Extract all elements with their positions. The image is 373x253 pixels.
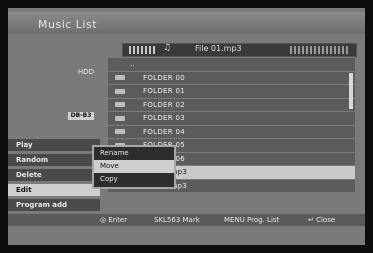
list-item-folder[interactable]: FOLDER 01 [108, 85, 355, 98]
mark-hint: SKL563 Mark [154, 216, 200, 224]
menu-item-play[interactable]: Play [8, 139, 100, 151]
progress-segments [129, 46, 157, 54]
list-item-folder[interactable]: FOLDER 00 [108, 71, 355, 84]
list-item-label: FOLDER 02 [143, 100, 185, 109]
prog-list-hint: MENU Prog. List [224, 216, 280, 224]
page-title: Music List [38, 18, 98, 31]
now-playing-bar: ♫ File 01.mp3 [122, 43, 357, 57]
menu-item-random[interactable]: Random [8, 154, 100, 166]
side-menu: Play Random Delete Edit Program add [8, 139, 100, 214]
folder-icon [115, 102, 125, 108]
list-item-folder[interactable]: FOLDER 02 [108, 98, 355, 111]
progress-segments-right [290, 46, 350, 54]
folder-icon [115, 75, 125, 81]
scrollbar-thumb[interactable] [349, 73, 353, 109]
edit-popup: Rename Move Copy [92, 145, 176, 189]
close-hint: ↵ Close [308, 216, 336, 224]
popup-option-copy[interactable]: Copy [94, 173, 174, 186]
list-item-up[interactable]: .. [108, 58, 355, 71]
footer-help-bar: ◎ Enter SKL563 Mark MENU Prog. List ↵ Cl… [8, 214, 365, 226]
list-item-label: .. [130, 60, 136, 69]
list-item-label: FOLDER 03 [143, 114, 185, 123]
menu-item-delete[interactable]: Delete [8, 169, 100, 181]
folder-icon [115, 115, 125, 121]
now-playing-file: File 01.mp3 [195, 44, 242, 53]
drive-label: HDD [78, 68, 95, 76]
list-item-folder[interactable]: FOLDER 03 [108, 112, 355, 125]
folder-icon [115, 88, 125, 94]
menu-item-program-add[interactable]: Program add [8, 199, 100, 211]
enter-hint: ◎ Enter [100, 216, 128, 224]
popup-option-rename[interactable]: Rename [94, 147, 174, 160]
folder-icon [115, 129, 125, 135]
source-chip: DB-B3 [68, 112, 94, 120]
list-item-label: FOLDER 01 [143, 87, 185, 96]
list-item-label: FOLDER 00 [143, 73, 185, 82]
menu-item-edit[interactable]: Edit [8, 184, 100, 196]
list-item-label: FOLDER 04 [143, 127, 185, 136]
popup-option-move[interactable]: Move [94, 160, 174, 173]
music-note-icon: ♫ [163, 43, 172, 53]
list-item-folder[interactable]: FOLDER 04 [108, 125, 355, 138]
